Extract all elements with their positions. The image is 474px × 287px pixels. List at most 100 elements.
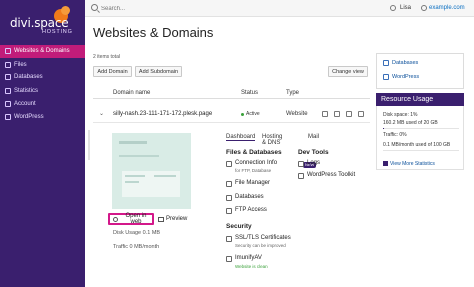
sidebar-item-databases[interactable]: Databases <box>0 71 85 84</box>
sidebar: divi.space HOSTING Websites & Domains Fi… <box>0 0 85 287</box>
topbar: Lisa example.com <box>85 0 474 17</box>
imunifyav-status: Website is clean <box>235 264 268 269</box>
column-domain-name[interactable]: Domain name <box>113 90 150 96</box>
sidebar-item-label: Files <box>14 62 27 68</box>
chevron-down-icon[interactable]: ⌄ <box>99 110 104 117</box>
chart-icon <box>5 88 11 94</box>
preview-icon[interactable] <box>158 217 164 222</box>
user-icon <box>5 101 11 107</box>
quick-links-box: Databases WordPress <box>376 53 464 89</box>
security-title: Security <box>226 223 252 230</box>
side-link-wordpress[interactable]: WordPress <box>392 74 419 80</box>
database-icon[interactable] <box>334 111 340 117</box>
globe-icon <box>421 5 427 11</box>
traffic-percent: Traffic: 0% <box>383 132 407 138</box>
traffic: Traffic 0 MB/month <box>113 244 160 250</box>
tab-mail[interactable]: Mail <box>308 134 319 140</box>
tab-dashboard[interactable]: Dashboard <box>226 134 256 141</box>
sidebar-item-label: Account <box>14 101 36 107</box>
shield-icon <box>226 256 232 262</box>
disk-space-bar-fill <box>383 128 384 129</box>
page-title: Websites & Domains <box>93 25 214 40</box>
settings-icon[interactable] <box>346 111 352 117</box>
database-icon <box>383 60 389 66</box>
sidebar-item-wordpress[interactable]: WordPress <box>0 111 85 124</box>
lock-icon <box>226 236 232 242</box>
brand-sub: HOSTING <box>42 29 73 35</box>
connection-info-link[interactable]: Connection Info <box>235 160 277 166</box>
change-view-button[interactable]: Change view <box>328 66 368 77</box>
file-manager-link[interactable]: File Manager <box>235 180 270 186</box>
sidebar-item-label: Websites & Domains <box>14 48 70 54</box>
tab-hosting-dns[interactable]: Hosting & DNS <box>262 134 282 146</box>
resource-usage-panel: Disk space: 1% 160.2 MB used of 20 GB Tr… <box>376 106 464 170</box>
dev-tools-title: Dev Tools <box>298 149 329 156</box>
add-domain-button[interactable]: Add Domain <box>93 66 132 77</box>
wordpress-icon <box>383 74 389 80</box>
site-thumbnail[interactable] <box>112 133 191 209</box>
ssl-certificates-link[interactable]: SSL/TLS Certificates <box>235 235 291 241</box>
folder-icon <box>226 181 232 187</box>
open-in-web-label: Open in web <box>125 213 147 225</box>
ftp-access-link[interactable]: FTP Access <box>235 207 267 213</box>
disk-usage: Disk Usage 0.1 MB <box>113 230 161 236</box>
logs-icon <box>298 161 304 167</box>
table-header: Domain name Status Type <box>93 89 370 99</box>
resource-usage-title: Resource Usage <box>376 93 464 106</box>
more-icon[interactable] <box>358 111 364 117</box>
thumbnail-panel <box>122 171 180 197</box>
domain-name-link[interactable]: silly-nash.23-111-171-172.plesk.page <box>113 111 212 117</box>
sidebar-collapse-handle[interactable] <box>88 130 90 160</box>
database-icon <box>226 195 232 201</box>
folder-icon <box>5 62 11 68</box>
thumbnail-line <box>154 175 176 177</box>
connection-info-sub: for FTP, Database <box>235 168 272 173</box>
sidebar-item-statistics[interactable]: Statistics <box>0 85 85 98</box>
user-menu[interactable]: Lisa <box>400 5 411 11</box>
wordpress-icon <box>298 173 304 179</box>
sidebar-item-account[interactable]: Account <box>0 98 85 111</box>
sidebar-item-label: Databases <box>14 74 43 80</box>
sidebar-item-websites-domains[interactable]: Websites & Domains <box>0 45 85 58</box>
thumbnail-line <box>125 175 145 177</box>
connection-icon <box>226 161 232 167</box>
sidebar-item-label: Statistics <box>14 88 39 94</box>
open-in-web-button[interactable]: Open in web <box>108 213 154 225</box>
traffic-amount: 0.1 MB/month used of 100 GB <box>383 142 451 148</box>
imunifyav-link[interactable]: ImunifyAV <box>235 255 262 261</box>
thumbnail-line <box>125 181 139 183</box>
wordpress-toolkit-link[interactable]: WordPress Toolkit <box>307 172 355 178</box>
traffic-bar <box>383 150 459 151</box>
column-type: Type <box>286 90 300 96</box>
folder-icon[interactable] <box>322 111 328 117</box>
sidebar-item-label: WordPress <box>14 114 44 120</box>
table-row[interactable]: ⌄ silly-nash.23-111-171-172.plesk.page A… <box>93 106 370 123</box>
search-input[interactable] <box>101 3 241 14</box>
thumbnail-line <box>119 155 159 157</box>
databases-link[interactable]: Databases <box>235 194 264 200</box>
status-dot-icon <box>241 113 244 116</box>
database-icon <box>5 74 11 80</box>
thumbnail-header <box>119 141 147 144</box>
logs-link[interactable]: Logs <box>307 160 320 166</box>
preview-button[interactable]: Preview <box>166 216 187 222</box>
user-icon <box>390 5 396 11</box>
ftp-icon <box>226 208 232 214</box>
brand-logo[interactable]: divi.space HOSTING <box>0 0 85 42</box>
disk-space-percent: Disk space: 1% <box>383 112 418 118</box>
add-subdomain-button[interactable]: Add Subdomain <box>135 66 182 77</box>
wordpress-icon <box>5 114 11 120</box>
domain-link[interactable]: example.com <box>429 5 465 11</box>
column-status: Status <box>241 90 259 96</box>
files-databases-title: Files & Databases <box>226 149 282 156</box>
status-badge: Active <box>246 111 260 117</box>
site-type: Website <box>286 111 308 117</box>
brand-name: divi.space <box>10 16 69 30</box>
ssl-status: Security can be improved <box>235 243 286 248</box>
view-more-statistics-link[interactable]: View More Statistics <box>390 161 435 167</box>
disk-space-amount: 160.2 MB used of 20 GB <box>383 120 438 126</box>
side-link-databases[interactable]: Databases <box>392 60 418 66</box>
items-total: 2 items total <box>93 54 120 60</box>
globe-icon <box>5 48 11 54</box>
globe-icon <box>113 217 118 222</box>
